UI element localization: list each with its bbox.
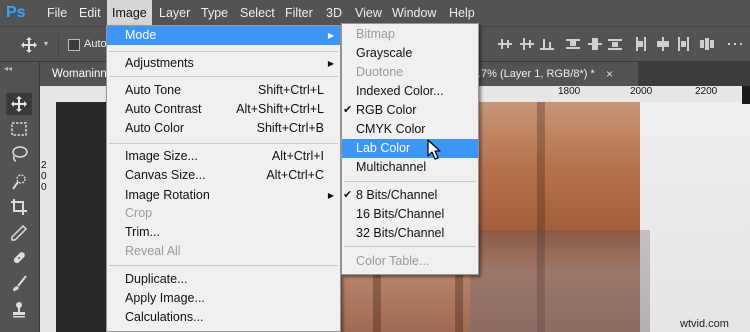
watermark: wtvid.com <box>680 318 729 330</box>
submenu-item-32-bits[interactable]: 32 Bits/Channel <box>342 224 478 243</box>
checkmark-icon: ✔ <box>343 104 353 116</box>
distribute-top-icon[interactable] <box>566 37 580 51</box>
menu-item-calculations[interactable]: Calculations... <box>107 308 340 327</box>
quick-selection-icon <box>12 174 26 190</box>
menu-item-canvas-size[interactable]: Canvas Size... Alt+Ctrl+C <box>107 166 340 185</box>
crop-icon <box>11 199 27 215</box>
lasso-tool[interactable] <box>6 143 32 165</box>
submenu-arrow-icon: ▶ <box>327 59 334 68</box>
photoshop-logo: Ps <box>6 4 26 21</box>
menu-separator <box>344 246 476 247</box>
menu-separator <box>109 76 338 77</box>
eyedropper-tool[interactable] <box>6 222 32 244</box>
submenu-arrow-icon: ▶ <box>327 191 334 200</box>
close-tab-icon[interactable]: × <box>606 62 620 86</box>
menu-item-adjustments[interactable]: Adjustments ▶ <box>107 54 340 73</box>
submenu-item-cmyk-color[interactable]: CMYK Color <box>342 120 478 139</box>
menu-file[interactable]: File <box>42 0 72 26</box>
menu-separator <box>109 265 338 266</box>
menu-item-trim[interactable]: Trim... <box>107 223 340 242</box>
document-tab[interactable]: Womaninn <box>40 62 110 86</box>
lasso-icon <box>12 146 28 162</box>
menu-filter[interactable]: Filter <box>280 0 318 26</box>
menu-separator <box>109 143 338 144</box>
menu-item-auto-color[interactable]: Auto Color Shift+Ctrl+B <box>107 119 340 138</box>
marquee-tool[interactable] <box>6 118 32 140</box>
menu-item-image-size[interactable]: Image Size... Alt+Ctrl+I <box>107 147 340 166</box>
collapse-panel-icon[interactable]: ◂◂ <box>4 64 12 73</box>
submenu-item-bitmap: Bitmap <box>356 27 395 41</box>
submenu-arrow-icon: ▶ <box>327 31 334 40</box>
quick-selection-tool[interactable] <box>6 171 32 193</box>
move-tool-icon[interactable] <box>20 36 38 54</box>
menu-item-mode[interactable]: Mode ▶ <box>107 26 340 45</box>
distribute-center-icon[interactable] <box>656 37 670 51</box>
brush-tool[interactable] <box>6 273 32 295</box>
submenu-item-indexed-color[interactable]: Indexed Color... <box>342 82 478 101</box>
move-tool[interactable] <box>6 93 32 115</box>
checkmark-icon: ✔ <box>343 189 353 201</box>
image-menu-dropdown: Mode ▶ Adjustments ▶ Auto Tone Shift+Ctrl… <box>106 25 341 332</box>
distribute-left-icon[interactable] <box>634 37 648 51</box>
menu-image[interactable]: Image <box>107 0 152 26</box>
ruler-tick-label: 2200 <box>695 86 718 97</box>
crop-tool[interactable] <box>6 196 32 218</box>
ruler-tick-label: 2000 <box>630 86 653 97</box>
scrollbar[interactable] <box>742 86 750 104</box>
stamp-icon <box>13 302 25 318</box>
menu-select[interactable]: Select <box>235 0 280 26</box>
submenu-item-multichannel[interactable]: Multichannel <box>342 158 478 177</box>
move-icon <box>11 96 27 112</box>
mouse-pointer-icon <box>427 139 441 160</box>
vertical-ruler-label: 200 <box>41 160 47 193</box>
auto-select-label: Auto <box>84 38 107 50</box>
auto-blend-icon[interactable] <box>728 37 742 51</box>
menu-item-image-rotation[interactable]: Image Rotation ▶ <box>107 186 340 205</box>
menu-separator <box>109 51 338 52</box>
distribute-right-icon[interactable] <box>676 37 690 51</box>
menu-item-auto-contrast[interactable]: Auto Contrast Alt+Shift+Ctrl+L <box>107 100 340 119</box>
healing-brush-tool[interactable] <box>6 247 32 269</box>
auto-select-checkbox[interactable] <box>68 39 80 51</box>
align-middle-icon[interactable] <box>520 37 534 51</box>
submenu-item-lab-color[interactable]: Lab Color <box>342 139 478 158</box>
distribute-bottom-icon[interactable] <box>608 37 622 51</box>
document-image-sky <box>640 102 750 332</box>
submenu-item-grayscale[interactable]: Grayscale <box>342 44 478 63</box>
submenu-item-duotone: Duotone <box>356 65 404 79</box>
menu-item-auto-tone[interactable]: Auto Tone Shift+Ctrl+L <box>107 81 340 100</box>
menu-edit[interactable]: Edit <box>74 0 106 26</box>
menu-layer[interactable]: Layer <box>154 0 195 26</box>
align-bottom-icon[interactable] <box>540 37 554 51</box>
submenu-item-8-bits[interactable]: ✔ 8 Bits/Channel <box>342 186 478 205</box>
menu-separator <box>344 181 476 182</box>
ruler-tick-label: 1800 <box>558 86 581 97</box>
submenu-item-16-bits[interactable]: 16 Bits/Channel <box>342 205 478 224</box>
marquee-icon <box>11 122 27 136</box>
mode-submenu: Bitmap Grayscale Duotone Indexed Color..… <box>341 23 479 275</box>
auto-align-icon[interactable] <box>700 37 714 51</box>
menu-item-apply-image[interactable]: Apply Image... <box>107 289 340 308</box>
menu-type[interactable]: Type <box>196 0 233 26</box>
brush-icon <box>13 275 27 291</box>
align-top-icon[interactable] <box>498 37 512 51</box>
menu-item-crop: Crop <box>125 206 153 220</box>
menu-item-reveal-all: Reveal All <box>125 244 181 258</box>
menu-item-duplicate[interactable]: Duplicate... <box>107 270 340 289</box>
distribute-middle-icon[interactable] <box>588 37 602 51</box>
document-image-shadow <box>470 230 650 332</box>
submenu-item-rgb-color[interactable]: ✔ RGB Color <box>342 101 478 120</box>
bandage-icon <box>13 252 25 264</box>
tool-preset-chevron-icon[interactable]: ▾ <box>44 39 48 48</box>
clone-stamp-tool[interactable] <box>6 299 32 321</box>
submenu-item-color-table: Color Table... <box>356 254 430 268</box>
vertical-ruler <box>40 102 56 332</box>
eyedropper-icon <box>11 224 28 241</box>
divider <box>58 35 59 55</box>
